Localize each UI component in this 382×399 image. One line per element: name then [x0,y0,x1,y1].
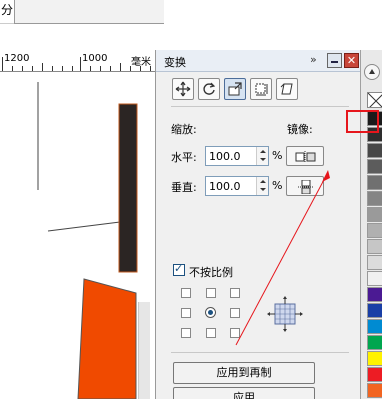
annotation-arrow-head [322,170,330,182]
annotation-arrow-line [235,175,327,346]
annotation-arrow [235,170,330,346]
